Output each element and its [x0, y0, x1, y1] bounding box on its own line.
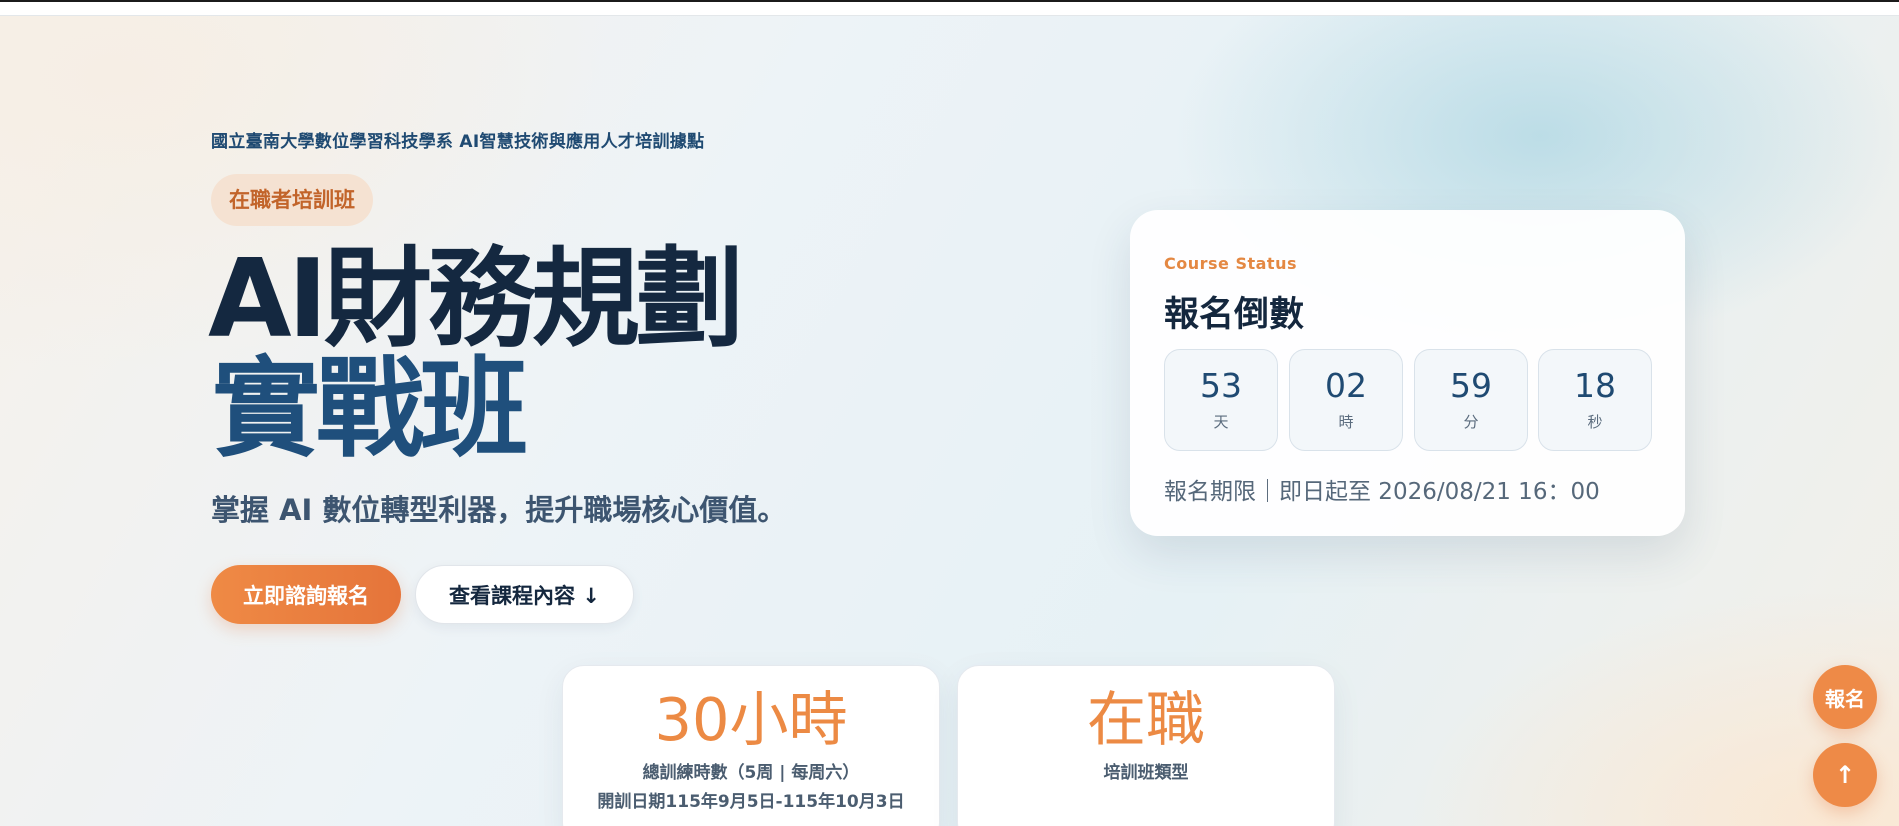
stat-value: 30小時	[654, 685, 848, 754]
countdown-value: 18	[1574, 366, 1616, 405]
countdown-unit: 秒	[1587, 413, 1603, 431]
stat-label: 培訓班類型	[1103, 763, 1189, 783]
program-type-badge: 在職者培訓班	[211, 174, 373, 226]
hero-subtitle: 掌握 AI 數位轉型利器，提升職場核心價值。	[211, 493, 787, 527]
stat-card-hours: 30小時 總訓練時數（5周 | 每周六） 開訓日期115年9月5日-115年10…	[562, 665, 940, 826]
stat-value: 在職	[1086, 685, 1205, 754]
stat-label: 總訓練時數（5周 | 每周六）	[642, 763, 860, 783]
view-course-content-button[interactable]: 查看課程內容 ↓	[415, 565, 634, 624]
countdown-value: 59	[1450, 366, 1492, 405]
institution-label: 國立臺南大學數位學習科技學系 AI智慧技術與應用人才培訓據點	[211, 132, 705, 152]
floating-signup-button[interactable]: 報名	[1813, 665, 1877, 729]
countdown-value: 53	[1200, 366, 1242, 405]
status-eyebrow: Course Status	[1164, 254, 1297, 273]
status-title: 報名倒數	[1164, 295, 1305, 335]
countdown-minutes: 59 分	[1414, 349, 1528, 451]
countdown-seconds: 18 秒	[1538, 349, 1652, 451]
countdown-days: 53 天	[1164, 349, 1278, 451]
countdown-unit: 分	[1463, 413, 1479, 431]
stat-sub: 開訓日期115年9月5日-115年10月3日	[597, 792, 905, 812]
countdown-unit: 天	[1213, 413, 1229, 431]
stat-card-type: 在職 培訓班類型	[957, 665, 1335, 826]
countdown-unit: 時	[1338, 413, 1354, 431]
back-to-top-button[interactable]: ↑	[1813, 743, 1877, 807]
page-title-line1: AI財務規劃	[208, 237, 744, 362]
top-bar	[0, 0, 1899, 16]
consult-signup-button[interactable]: 立即諮詢報名	[211, 565, 401, 624]
page-title-line2: 實戰班	[212, 347, 528, 472]
countdown-hours: 02 時	[1289, 349, 1403, 451]
course-status-card: Course Status 報名倒數 53 天 02 時 59 分 18 秒 報…	[1130, 210, 1685, 536]
signup-deadline: 報名期限｜即日起至 2026/08/21 16：00	[1164, 479, 1600, 505]
countdown-value: 02	[1325, 366, 1367, 405]
